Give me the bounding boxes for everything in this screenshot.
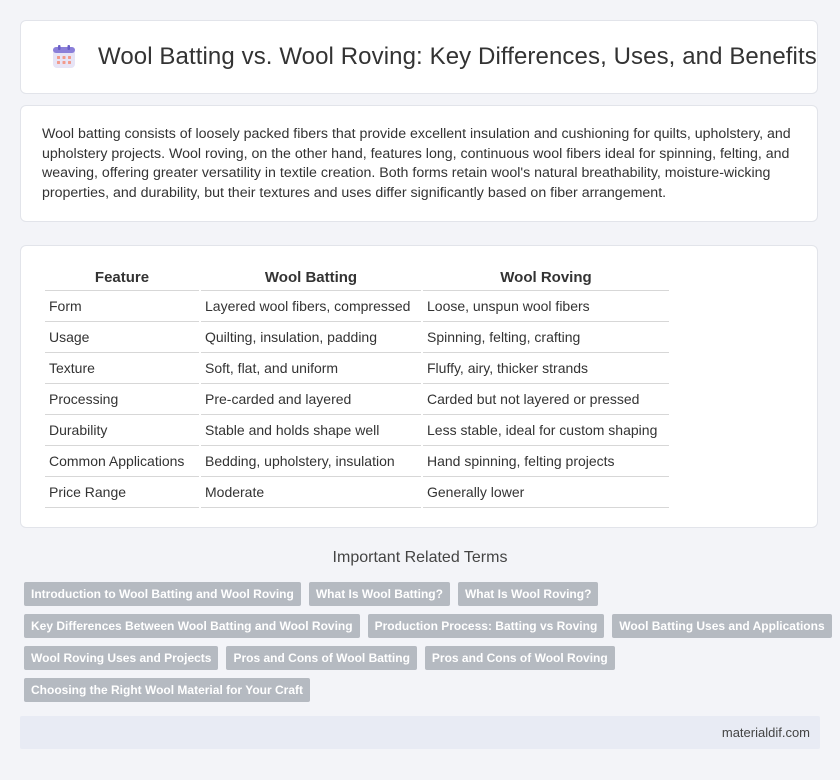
table-cell: Bedding, upholstery, insulation	[201, 446, 421, 477]
header-card: Wool Batting vs. Wool Roving: Key Differ…	[20, 20, 818, 94]
table-row: Price Range Moderate Generally lower	[45, 477, 669, 508]
table-cell: Spinning, felting, crafting	[423, 322, 669, 353]
table-cell: Texture	[45, 353, 199, 384]
related-term-tag[interactable]: Pros and Cons of Wool Batting	[226, 646, 417, 670]
tag-row: Wool Roving Uses and Projects Pros and C…	[24, 646, 814, 670]
table-cell: Generally lower	[423, 477, 669, 508]
intro-text: Wool batting consists of loosely packed …	[42, 126, 791, 201]
table-cell: Carded but not layered or pressed	[423, 384, 669, 415]
related-term-tag[interactable]: Production Process: Batting vs Roving	[367, 614, 605, 638]
header-feature: Feature	[45, 264, 199, 291]
table-row: Common Applications Bedding, upholstery,…	[45, 446, 669, 477]
comparison-table: Feature Wool Batting Wool Roving Form La…	[43, 264, 671, 508]
related-term-tag[interactable]: What Is Wool Batting?	[308, 582, 450, 606]
related-terms-title: Important Related Terms	[332, 549, 508, 566]
table-cell: Common Applications	[45, 446, 199, 477]
table-cell: Stable and holds shape well	[201, 415, 421, 446]
related-term-tag[interactable]: Pros and Cons of Wool Roving	[424, 646, 615, 670]
related-term-tag[interactable]: Wool Roving Uses and Projects	[24, 646, 219, 670]
related-term-tag[interactable]: What Is Wool Roving?	[457, 582, 599, 606]
table-cell: Hand spinning, felting projects	[423, 446, 669, 477]
table-cell: Price Range	[45, 477, 199, 508]
table-cell: Durability	[45, 415, 199, 446]
table-header-row: Feature Wool Batting Wool Roving	[45, 264, 669, 291]
table-cell: Soft, flat, and uniform	[201, 353, 421, 384]
header-wool-roving: Wool Roving	[423, 264, 669, 291]
related-term-tag[interactable]: Key Differences Between Wool Batting and…	[24, 614, 360, 638]
page-title: Wool Batting vs. Wool Roving: Key Differ…	[98, 43, 817, 70]
table-cell: Usage	[45, 322, 199, 353]
related-terms-tags: Introduction to Wool Batting and Wool Ro…	[24, 582, 832, 710]
table-cell: Fluffy, airy, thicker strands	[423, 353, 669, 384]
comparison-table-card: Feature Wool Batting Wool Roving Form La…	[20, 245, 818, 528]
related-term-tag[interactable]: Introduction to Wool Batting and Wool Ro…	[24, 582, 301, 606]
table-cell: Pre-carded and layered	[201, 384, 421, 415]
header-wool-batting: Wool Batting	[201, 264, 421, 291]
intro-card: Wool batting consists of loosely packed …	[20, 105, 818, 222]
table-row: Usage Quilting, insulation, padding Spin…	[45, 322, 669, 353]
table-cell: Moderate	[201, 477, 421, 508]
related-term-tag[interactable]: Choosing the Right Wool Material for You…	[24, 678, 310, 702]
table-cell: Loose, unspun wool fibers	[423, 291, 669, 322]
footer-site-link[interactable]: materialdif.com	[722, 725, 810, 740]
table-cell: Form	[45, 291, 199, 322]
tag-row: Introduction to Wool Batting and Wool Ro…	[24, 582, 814, 606]
table-row: Texture Soft, flat, and uniform Fluffy, …	[45, 353, 669, 384]
footer: materialdif.com	[20, 716, 820, 749]
table-row: Processing Pre-carded and layered Carded…	[45, 384, 669, 415]
calendar-icon	[53, 45, 75, 68]
table-cell: Processing	[45, 384, 199, 415]
tag-row: Choosing the Right Wool Material for You…	[24, 678, 814, 702]
related-term-tag[interactable]: Wool Batting Uses and Applications	[612, 614, 832, 638]
tag-row: Key Differences Between Wool Batting and…	[24, 614, 832, 638]
table-row: Durability Stable and holds shape well L…	[45, 415, 669, 446]
table-row: Form Layered wool fibers, compressed Loo…	[45, 291, 669, 322]
table-cell: Quilting, insulation, padding	[201, 322, 421, 353]
table-cell: Less stable, ideal for custom shaping	[423, 415, 669, 446]
table-cell: Layered wool fibers, compressed	[201, 291, 421, 322]
